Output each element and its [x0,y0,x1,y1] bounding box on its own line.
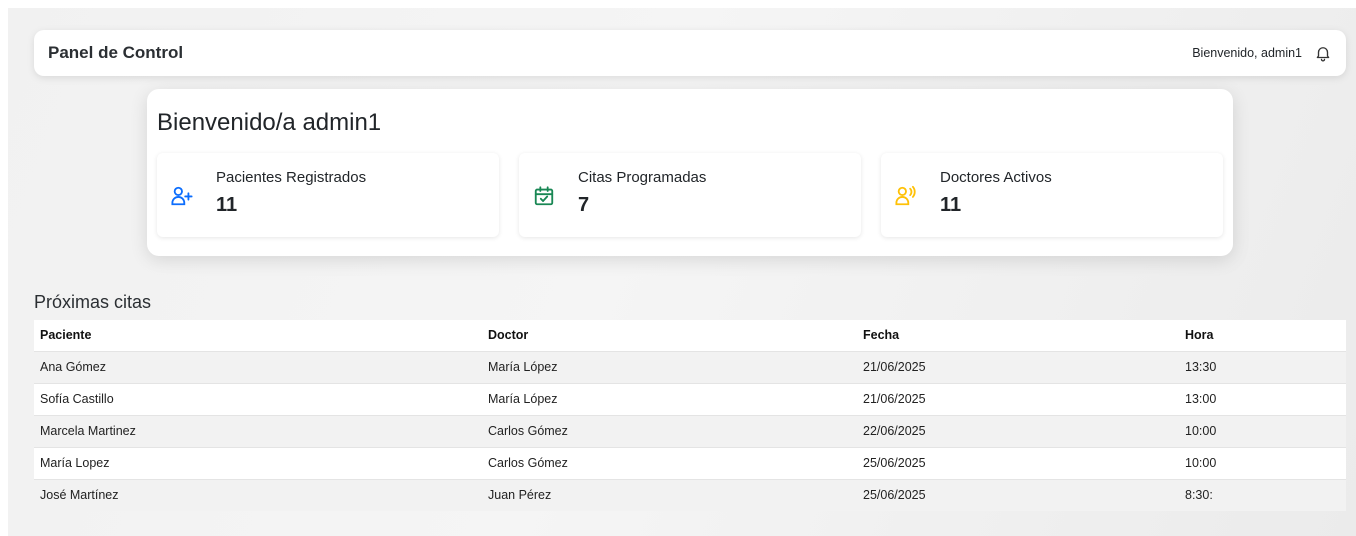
cell-doctor: Carlos Gómez [482,414,857,447]
table-row: Sofía Castillo María López 21/06/2025 13… [34,382,1346,415]
column-header-patient: Paciente [34,320,482,351]
column-header-date: Fecha [857,320,1179,351]
cell-date: 25/06/2025 [857,446,1179,479]
stat-value: 11 [216,194,238,216]
stat-card-doctors: Doctores Activos 11 [881,153,1223,237]
page-title: Panel de Control [48,43,184,62]
top-navbar: Panel de Control Bienvenido, admin1 [34,30,1346,76]
stat-label: Pacientes Registrados [216,169,367,186]
user-plus-icon [171,185,193,207]
cell-time: 10:00 [1179,414,1346,447]
cell-patient: Marcela Martinez [34,414,482,447]
cell-doctor: María López [482,350,857,383]
navbar-right: Bienvenido, admin1 [1192,44,1332,62]
stat-card-appointments: Citas Programadas 7 [519,153,861,237]
stat-label: Citas Programadas [578,169,707,186]
stat-value: 11 [940,194,962,216]
cell-patient: Sofía Castillo [34,382,482,415]
table-row: María Lopez Carlos Gómez 25/06/2025 10:0… [34,446,1346,479]
calendar-check-icon [533,185,555,207]
cell-doctor: Juan Pérez [482,478,857,511]
bell-icon[interactable] [1314,44,1332,62]
table-row: Ana Gómez María López 21/06/2025 13:30 [34,350,1346,383]
cell-doctor: María López [482,382,857,415]
welcome-card: Bienvenido/a admin1 Pacientes Registrado… [147,89,1233,256]
welcome-heading: Bienvenido/a admin1 [157,109,382,136]
cell-time: 13:00 [1179,382,1346,415]
cell-patient: José Martínez [34,478,482,511]
cell-time: 10:00 [1179,446,1346,479]
column-header-doctor: Doctor [482,320,857,351]
welcome-user-text: Bienvenido, admin1 [1192,46,1302,60]
cell-date: 22/06/2025 [857,414,1179,447]
cell-date: 21/06/2025 [857,382,1179,415]
user-voice-icon [895,185,917,207]
cell-time: 13:30 [1179,350,1346,383]
cell-patient: María Lopez [34,446,482,479]
table-row: Marcela Martinez Carlos Gómez 22/06/2025… [34,414,1346,447]
stat-card-patients: Pacientes Registrados 11 [157,153,499,237]
stat-value: 7 [578,194,590,216]
cell-patient: Ana Gómez [34,350,482,383]
table-header-row: Paciente Doctor Fecha Hora [34,320,1346,351]
upcoming-appointments-title: Próximas citas [34,292,152,312]
stat-label: Doctores Activos [940,169,1052,186]
column-header-time: Hora [1179,320,1346,351]
cell-doctor: Carlos Gómez [482,446,857,479]
cell-date: 21/06/2025 [857,350,1179,383]
cell-time: 8:30: [1179,478,1346,511]
cell-date: 25/06/2025 [857,478,1179,511]
appointments-table: Paciente Doctor Fecha Hora Ana Gómez Mar… [34,320,1346,511]
table-row: José Martínez Juan Pérez 25/06/2025 8:30… [34,478,1346,511]
